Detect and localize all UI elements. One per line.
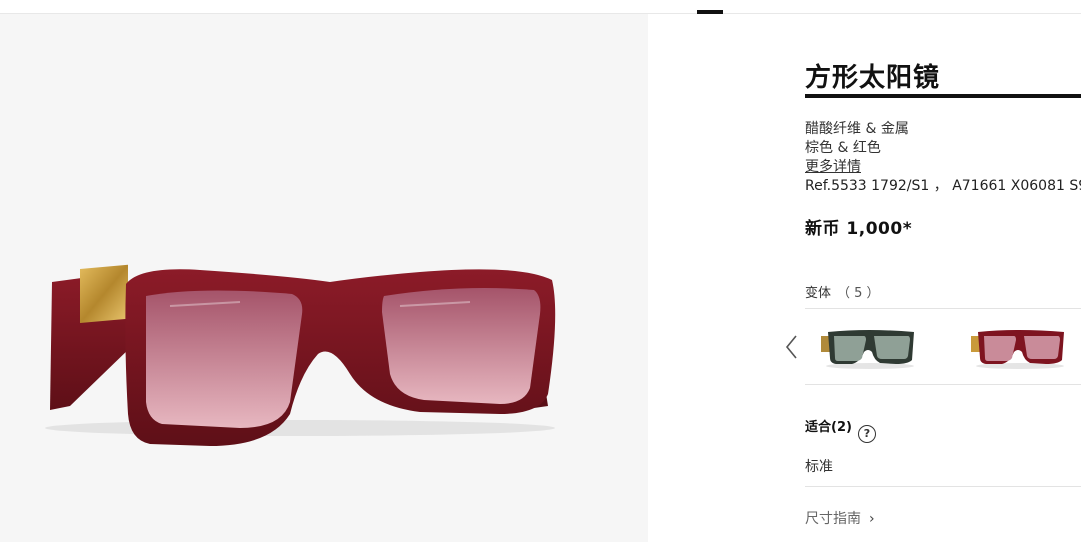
fit-value: 标准 (805, 459, 833, 475)
variant-item-green[interactable] (818, 322, 918, 372)
price: 新币 1,000* (805, 219, 913, 239)
title-underline (805, 94, 1081, 98)
divider-bottom (805, 486, 1081, 487)
fit-label: 适合(2) (805, 420, 852, 435)
more-details-link[interactable]: 更多详情 (805, 156, 861, 176)
divider-top (805, 308, 1081, 309)
chevron-left-icon (785, 335, 797, 359)
color-text: 棕色 & 红色 (805, 140, 881, 156)
product-title: 方形太阳镜 (805, 63, 941, 93)
variants-count: （ 5 ） (837, 286, 880, 301)
carousel-prev-button[interactable] (781, 332, 803, 362)
product-image[interactable] (0, 14, 648, 542)
sunglasses-image (45, 264, 556, 446)
material-text: 醋酸纤维 & 金属 (805, 121, 909, 137)
reference-number: Ref.5533 1792/S1 ， A71661 X06081 S9216 (805, 178, 1081, 194)
variant-item-red[interactable] (968, 322, 1081, 372)
variant-red-thumbnail (971, 330, 1064, 369)
help-icon[interactable]: ? (858, 425, 876, 443)
product-details: 方形太阳镜 醋酸纤维 & 金属 棕色 & 红色 更多详情 Ref.5533 17… (805, 0, 1081, 542)
active-tab-indicator (697, 10, 723, 14)
size-guide-link[interactable]: 尺寸指南 › (805, 508, 875, 528)
variant-green-thumbnail (821, 330, 914, 369)
variants-label: 变体 (805, 286, 832, 301)
size-guide-label: 尺寸指南 (805, 511, 861, 527)
divider-mid (805, 384, 1081, 385)
temple-gold-plate (80, 264, 128, 324)
chevron-right-icon: › (869, 511, 875, 527)
variants-heading: 变体 （ 5 ） (805, 282, 880, 301)
